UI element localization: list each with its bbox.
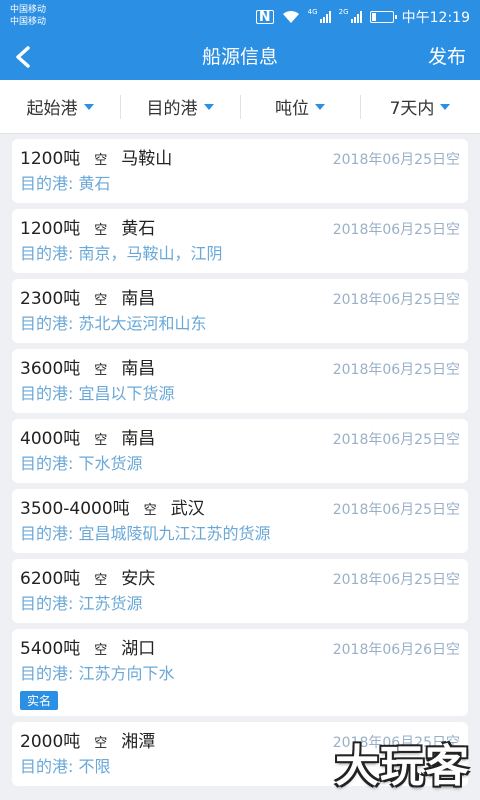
destination-line: 目的港: 宜昌以下货源 — [20, 383, 460, 405]
listing-date: 2018年06月26日空 — [332, 642, 460, 658]
tonnage: 4000吨 — [20, 429, 81, 449]
caret-down-icon — [315, 103, 325, 110]
destination-prefix: 目的港: — [20, 314, 79, 333]
listing-card[interactable]: 6200吨空安庆 2018年06月25日空目的港: 江苏货源 — [12, 559, 468, 623]
tonnage: 5400吨 — [20, 639, 81, 659]
filter-origin-port[interactable]: 起始港 — [0, 80, 120, 133]
filter-tonnage[interactable]: 吨位 — [240, 80, 360, 133]
caret-down-icon — [440, 103, 451, 110]
current-port: 武汉 — [170, 499, 205, 519]
tonnage: 3600吨 — [20, 359, 81, 379]
destination-value: 江苏方向下水 — [78, 664, 175, 683]
listing-card[interactable]: 1200吨空黄石 2018年06月25日空目的港: 南京，马鞍山，江阴 — [12, 209, 468, 273]
destination-value: 南京，马鞍山，江阴 — [78, 244, 223, 263]
listing-date: 2018年06月25日空 — [332, 572, 460, 588]
current-port: 湘潭 — [121, 732, 156, 752]
destination-value: 下水货源 — [78, 454, 143, 473]
destination-line: 目的港: 宜昌城陵矶九江江苏的货源 — [20, 523, 460, 545]
current-port: 南昌 — [121, 359, 156, 379]
watermark: 大玩客 — [335, 741, 470, 792]
destination-prefix: 目的港: — [20, 454, 79, 473]
load-status: 空 — [94, 223, 108, 238]
listing-date: 2018年06月25日空 — [332, 502, 460, 518]
listing-date: 2018年06月25日空 — [332, 152, 460, 168]
load-status: 空 — [94, 153, 108, 168]
listing-card[interactable]: 5400吨空湖口 2018年06月26日空目的港: 江苏方向下水 实名 — [12, 629, 468, 716]
load-status: 空 — [143, 503, 157, 518]
load-status: 空 — [94, 573, 108, 588]
carrier-2-label: 中国移动 — [10, 17, 47, 27]
publish-button[interactable]: 发布 — [428, 34, 466, 80]
destination-value: 黄石 — [78, 174, 111, 193]
destination-value: 苏北大运河和山东 — [78, 314, 207, 333]
filter-bar: 起始港 目的港 吨位 7天内 — [0, 80, 480, 134]
tonnage: 6200吨 — [20, 569, 81, 589]
current-port: 南昌 — [121, 429, 156, 449]
destination-line: 目的港: 黄石 — [20, 173, 460, 195]
network-type-label: 4G — [307, 8, 318, 16]
tonnage: 2000吨 — [20, 732, 81, 752]
load-status: 空 — [94, 293, 108, 308]
destination-value: 宜昌以下货源 — [78, 384, 175, 403]
tonnage: 1200吨 — [20, 219, 81, 239]
destination-prefix: 目的港: — [20, 244, 79, 263]
verified-badge: 实名 — [20, 691, 59, 710]
listing-date: 2018年06月25日空 — [332, 292, 460, 308]
current-port: 南昌 — [121, 289, 156, 309]
current-port: 黄石 — [121, 219, 156, 239]
filter-label: 7天内 — [389, 99, 435, 119]
nav-bar: 船源信息 发布 — [0, 34, 480, 80]
battery-icon — [369, 11, 397, 23]
caret-down-icon — [203, 103, 214, 110]
load-status: 空 — [94, 363, 108, 378]
load-status: 空 — [94, 736, 108, 751]
filter-label: 目的港 — [146, 99, 198, 119]
destination-line: 目的港: 下水货源 — [20, 453, 460, 475]
filter-date-range[interactable]: 7天内 — [360, 80, 480, 133]
destination-value: 宜昌城陵矶九江江苏的货源 — [78, 524, 271, 543]
load-status: 空 — [94, 643, 108, 658]
listing-card[interactable]: 2300吨空南昌 2018年06月25日空目的港: 苏北大运河和山东 — [12, 279, 468, 343]
page-title: 船源信息 — [201, 46, 278, 68]
destination-prefix: 目的港: — [20, 174, 79, 193]
listing-date: 2018年06月25日空 — [332, 362, 460, 378]
tonnage: 2300吨 — [20, 289, 81, 309]
listing-date: 2018年06月25日空 — [332, 432, 460, 448]
filter-label: 吨位 — [275, 99, 309, 119]
signal-icon: 2G — [338, 8, 362, 23]
status-bar: 中国移动 中国移动 N 4G 2G 中午12:19 — [0, 0, 480, 34]
network-type-label: 2G — [338, 8, 349, 16]
destination-prefix: 目的港: — [20, 594, 79, 613]
listing-date: 2018年06月25日空 — [332, 222, 460, 238]
filter-destination-port[interactable]: 目的港 — [120, 80, 240, 133]
tonnage: 1200吨 — [20, 149, 81, 169]
destination-line: 目的港: 苏北大运河和山东 — [20, 313, 460, 335]
current-port: 马鞍山 — [121, 149, 173, 169]
destination-line: 目的港: 南京，马鞍山，江阴 — [20, 243, 460, 265]
clock: 中午12:19 — [401, 10, 470, 26]
caret-down-icon — [83, 103, 94, 110]
destination-prefix: 目的港: — [20, 384, 79, 403]
listing-card[interactable]: 3600吨空南昌 2018年06月25日空目的港: 宜昌以下货源 — [12, 349, 468, 413]
destination-prefix: 目的港: — [20, 664, 79, 683]
filter-label: 起始港 — [26, 99, 78, 119]
destination-line: 目的港: 江苏货源 — [20, 593, 460, 615]
destination-prefix: 目的港: — [20, 757, 79, 776]
destination-prefix: 目的港: — [20, 524, 79, 543]
carrier-1-label: 中国移动 — [10, 5, 47, 15]
wifi-icon — [282, 10, 299, 23]
tonnage: 3500-4000吨 — [20, 499, 130, 519]
destination-line: 目的港: 江苏方向下水 — [20, 663, 460, 685]
destination-value: 江苏货源 — [78, 594, 143, 613]
signal-icon: 4G — [307, 8, 331, 23]
listing-card[interactable]: 3500-4000吨空武汉 2018年06月25日空目的港: 宜昌城陵矶九江江苏的… — [12, 489, 468, 553]
current-port: 安庆 — [121, 569, 156, 589]
listing-list: 1200吨空马鞍山 2018年06月25日空 目的港: 黄石 1200吨空黄石 2018… — [0, 134, 480, 800]
load-status: 空 — [94, 433, 108, 448]
current-port: 湖口 — [121, 639, 156, 659]
listing-card[interactable]: 4000吨空南昌 2018年06月25日空目的港: 下水货源 — [12, 419, 468, 483]
listing-card[interactable]: 1200吨空马鞍山 2018年06月25日空目的港: 黄石 — [12, 139, 468, 203]
destination-value: 不限 — [78, 757, 111, 776]
nfc-icon: N — [255, 10, 274, 24]
